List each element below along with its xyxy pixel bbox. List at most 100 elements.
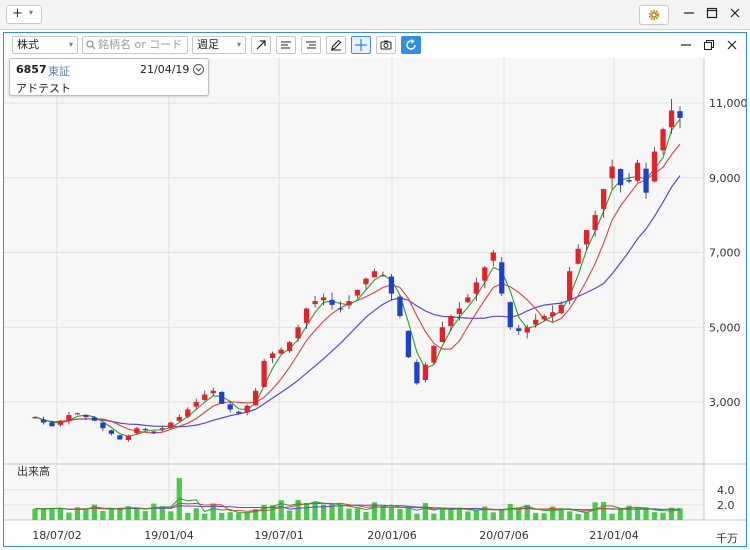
symbol-info-box[interactable]: 6857 東証 21/04/19 アドテスト bbox=[9, 58, 209, 96]
candle-up bbox=[550, 312, 556, 317]
volume-bar bbox=[40, 508, 47, 520]
indicator-left-button[interactable] bbox=[276, 36, 296, 54]
crosshair-icon bbox=[355, 39, 367, 51]
candle-up bbox=[278, 349, 284, 354]
candle-up bbox=[465, 297, 471, 303]
candle-up bbox=[168, 422, 174, 428]
candle-down bbox=[142, 428, 148, 431]
candle-down bbox=[91, 417, 98, 421]
crosshair-tool-button[interactable] bbox=[351, 36, 371, 54]
company-name: アドテスト bbox=[16, 82, 71, 95]
volume-bar bbox=[168, 511, 174, 520]
candle-up bbox=[660, 129, 666, 151]
candle-up bbox=[295, 327, 301, 339]
chart-toolbar: 株式 ▾ 銘柄名 or コード 週足 ▾ bbox=[4, 33, 746, 58]
candle-up bbox=[600, 188, 607, 209]
price-chart[interactable]: 11,0009,0007,0005,0003,000 4.02.0 18/07/… bbox=[4, 58, 746, 546]
window-titlebar: + ▾ bbox=[0, 0, 750, 30]
panel-minimize-icon[interactable] bbox=[680, 39, 692, 51]
candle-down bbox=[219, 391, 225, 404]
volume-tick-label: 2.0 bbox=[717, 499, 735, 512]
date-tick-label: 19/07/01 bbox=[254, 529, 303, 542]
candle-up bbox=[193, 402, 199, 407]
symbol-search-input[interactable]: 銘柄名 or コード bbox=[82, 36, 188, 54]
candle-up bbox=[473, 282, 479, 294]
candle-down bbox=[388, 276, 395, 294]
candle-up bbox=[74, 413, 81, 415]
close-icon[interactable] bbox=[728, 6, 742, 20]
refresh-button[interactable] bbox=[401, 36, 421, 54]
candle-down bbox=[117, 435, 123, 440]
add-chart-button[interactable]: + ▾ bbox=[6, 5, 42, 24]
candle-down bbox=[49, 422, 55, 427]
indicator-right-button[interactable] bbox=[301, 36, 321, 54]
price-axis-labels: 11,000 9,000 7,000 5,000 3,000 bbox=[709, 97, 746, 409]
volume-bar bbox=[32, 508, 38, 520]
volume-bar bbox=[57, 508, 64, 520]
chevron-down-icon: ▾ bbox=[236, 40, 241, 49]
volume-bar bbox=[499, 509, 505, 520]
candle-up bbox=[244, 405, 250, 413]
candle-up bbox=[320, 297, 327, 301]
volume-bar bbox=[346, 508, 352, 520]
chevron-down-icon: ▾ bbox=[68, 40, 73, 49]
volume-bar bbox=[134, 508, 140, 520]
volume-bar bbox=[151, 503, 157, 520]
screenshot-button[interactable] bbox=[376, 36, 396, 54]
volume-bar bbox=[490, 512, 496, 520]
info-date: 21/04/19 bbox=[140, 63, 190, 76]
draw-tool-button[interactable] bbox=[326, 36, 346, 54]
candle-up bbox=[558, 304, 564, 314]
volume-bar bbox=[660, 512, 666, 520]
candle-up bbox=[634, 162, 641, 181]
price-plot-area bbox=[4, 58, 704, 464]
volume-bar bbox=[473, 510, 479, 520]
volume-bar bbox=[465, 511, 471, 520]
period-select[interactable]: 週足 ▾ bbox=[192, 36, 246, 54]
candle-down bbox=[100, 422, 106, 429]
asset-type-select[interactable]: 株式 ▾ bbox=[12, 36, 78, 54]
volume-bar bbox=[431, 513, 437, 520]
pen-icon bbox=[331, 39, 342, 51]
expand-chevron-icon[interactable] bbox=[193, 64, 204, 75]
volume-bar bbox=[414, 513, 420, 520]
volume-bar bbox=[397, 508, 403, 520]
volume-bar bbox=[584, 512, 590, 520]
candle-down bbox=[227, 404, 233, 410]
panel-close-icon[interactable] bbox=[726, 39, 738, 51]
volume-bar bbox=[303, 502, 310, 520]
camera-icon bbox=[380, 40, 392, 50]
candle-up bbox=[125, 435, 131, 440]
volume-bar bbox=[507, 503, 513, 520]
search-placeholder: 銘柄名 or コード bbox=[98, 38, 183, 51]
volume-bar bbox=[456, 509, 462, 520]
price-tick-label: 7,000 bbox=[709, 247, 741, 260]
trendline-tool-button[interactable] bbox=[251, 36, 271, 54]
candle-up bbox=[32, 416, 38, 419]
candle-down bbox=[626, 180, 632, 182]
volume-bar bbox=[422, 503, 429, 520]
refresh-icon bbox=[406, 39, 416, 50]
gear-icon bbox=[648, 9, 660, 21]
volume-unit-label: 千万 bbox=[716, 532, 738, 545]
candle-down bbox=[677, 111, 683, 118]
candle-up bbox=[524, 327, 530, 333]
volume-bar bbox=[405, 508, 412, 520]
align-right-icon bbox=[306, 41, 316, 49]
settings-button[interactable] bbox=[639, 5, 669, 25]
volume-bar bbox=[380, 505, 386, 520]
maximize-icon[interactable] bbox=[705, 6, 719, 20]
volume-bar bbox=[295, 499, 301, 520]
volume-bar bbox=[236, 513, 242, 520]
candle-up bbox=[439, 327, 445, 343]
candle-down bbox=[83, 414, 89, 417]
volume-bar bbox=[651, 512, 658, 520]
candle-up bbox=[380, 274, 386, 277]
candle-down bbox=[151, 431, 157, 433]
panel-restore-icon[interactable] bbox=[703, 39, 715, 51]
candle-up bbox=[66, 415, 72, 422]
price-tick-label: 3,000 bbox=[709, 396, 741, 409]
candle-down bbox=[617, 169, 624, 186]
volume-bar bbox=[312, 502, 318, 520]
minimize-icon[interactable] bbox=[682, 6, 696, 20]
